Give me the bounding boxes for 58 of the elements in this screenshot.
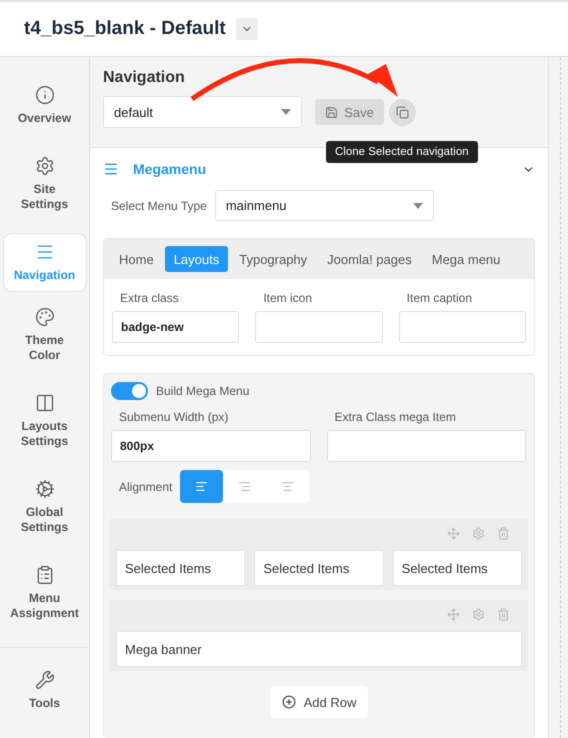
add-row-button[interactable]: Add Row [270, 686, 368, 718]
column-cell[interactable]: Selected Items [254, 550, 384, 586]
sidebar-item[interactable]: Layouts Settings [4, 385, 86, 457]
alignment-button[interactable] [180, 470, 224, 503]
sidebar-item[interactable]: Theme Color [4, 299, 86, 371]
trash-icon[interactable] [497, 527, 510, 540]
columns-icon [34, 393, 54, 413]
text-field[interactable] [398, 311, 526, 343]
field-label: Submenu Width (px) [118, 410, 230, 424]
sidebar-item[interactable]: Global Settings [4, 471, 86, 543]
settings-icon[interactable] [472, 608, 485, 621]
checklist-icon [34, 565, 54, 585]
plus-icon [282, 695, 296, 709]
sidebar-item[interactable]: Menu Assignment [4, 557, 86, 629]
sidebar-item[interactable]: Site Settings [4, 148, 86, 220]
field-label: Alignment [119, 480, 172, 494]
page-title: t4_bs5_blank - Default [24, 18, 226, 40]
save-icon [325, 106, 338, 118]
field-label: Select Menu Type [111, 198, 207, 212]
column-cell[interactable]: Mega banner [116, 631, 522, 667]
section-title: Navigation [103, 69, 186, 87]
text-field[interactable]: badge-new [112, 311, 240, 343]
tooltip: Clone Selected navigation [326, 141, 478, 163]
tab[interactable]: Mega menu [422, 246, 510, 272]
align-right-icon [238, 480, 252, 493]
sidebar-item[interactable]: Overview [4, 77, 86, 134]
field-label: Item caption [406, 291, 474, 305]
align-left-icon [195, 480, 208, 493]
align-center-icon [281, 480, 294, 493]
menu-type-select[interactable]: mainmenu [214, 190, 434, 221]
tab[interactable]: Joomla! pages [318, 246, 421, 272]
menu-icon [103, 161, 119, 177]
field-label: Extra class [119, 291, 180, 305]
field-label: Extra Class mega Item [334, 410, 457, 424]
wrench-icon [34, 670, 54, 690]
clone-button[interactable] [389, 98, 416, 126]
move-icon[interactable] [447, 527, 460, 540]
field-label: Item icon [262, 291, 314, 305]
info-icon [34, 85, 54, 105]
trash-icon[interactable] [497, 608, 510, 621]
toggle-label: Build Mega Menu [156, 384, 250, 398]
column-cell[interactable]: Selected Items [116, 550, 246, 586]
toggle-switch[interactable] [111, 382, 148, 400]
text-field[interactable] [326, 430, 526, 462]
text-field[interactable] [255, 311, 383, 343]
column-cell[interactable]: Selected Items [392, 550, 522, 586]
settings-icon [34, 156, 54, 176]
section-title: Megamenu [133, 161, 208, 177]
dropdown-button[interactable] [236, 18, 258, 40]
text-field[interactable]: 800px [111, 430, 310, 462]
move-icon[interactable] [447, 608, 460, 621]
settings-icon[interactable] [472, 527, 485, 540]
copy-icon [396, 106, 409, 118]
tab[interactable]: Typography [230, 246, 316, 272]
navigation-select[interactable]: default [103, 96, 302, 128]
palette-icon [34, 307, 54, 327]
tab[interactable]: Home [110, 246, 163, 272]
sidebar-item[interactable]: Tools [4, 662, 86, 719]
